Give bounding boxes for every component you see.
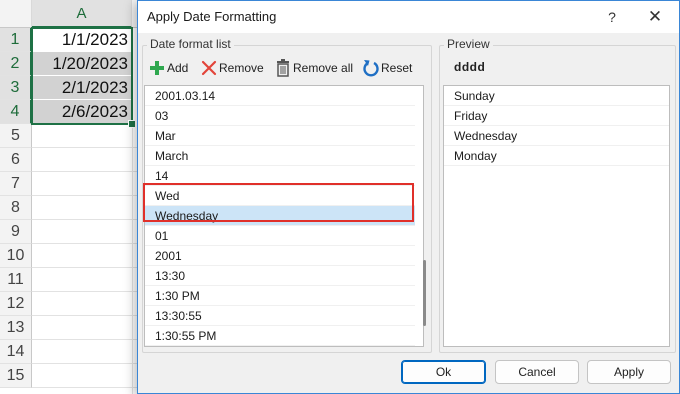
preview-item: Monday (444, 146, 669, 166)
row-header-5[interactable]: 5 (0, 124, 32, 148)
cell-a1[interactable]: 1/1/2023 (32, 28, 132, 52)
date-format-list-label: Date format list (147, 37, 234, 51)
plus-icon (148, 58, 166, 78)
format-item[interactable]: 2001 (145, 246, 415, 266)
remove-all-label: Remove all (293, 61, 354, 75)
select-all-corner[interactable] (0, 0, 32, 28)
format-item[interactable]: 1:30 PM (145, 286, 415, 306)
row-header-4[interactable]: 4 (0, 100, 32, 124)
format-item[interactable]: 01 (145, 226, 415, 246)
add-label: Add (167, 61, 189, 75)
format-item[interactable]: March (145, 146, 415, 166)
help-button[interactable]: ? (602, 5, 622, 29)
refresh-icon (362, 58, 380, 78)
preview-item: Friday (444, 106, 669, 126)
format-item[interactable]: 14 (145, 166, 415, 186)
preview-label: Preview (444, 37, 493, 51)
preview-listbox: Sunday Friday Wednesday Monday (443, 85, 670, 347)
format-item[interactable]: 13:30 (145, 266, 415, 286)
cancel-button[interactable]: Cancel (495, 360, 579, 384)
row-header-8[interactable]: 8 (0, 196, 32, 220)
format-item-selected[interactable]: Wednesday (145, 206, 415, 226)
cell-a3[interactable]: 2/1/2023 (32, 76, 132, 100)
row-header-13[interactable]: 13 (0, 316, 32, 340)
reset-button[interactable]: Reset (362, 58, 414, 78)
row-header-14[interactable]: 14 (0, 340, 32, 364)
row-header-7[interactable]: 7 (0, 172, 32, 196)
ok-button[interactable]: Ok (401, 360, 486, 384)
dialog-title: Apply Date Formatting (147, 9, 277, 24)
cell-a4[interactable]: 2/6/2023 (32, 100, 132, 124)
format-item[interactable]: 03 (145, 106, 415, 126)
apply-date-formatting-dialog: Apply Date Formatting ? ✕ Date format li… (137, 0, 680, 394)
remove-label: Remove (219, 61, 264, 75)
remove-button[interactable]: Remove (200, 58, 265, 78)
reset-label: Reset (381, 61, 413, 75)
close-button[interactable]: ✕ (644, 5, 666, 29)
row-header-9[interactable]: 9 (0, 220, 32, 244)
cell-a2[interactable]: 1/20/2023 (32, 52, 132, 76)
format-item[interactable]: 1:30:55 PM (145, 326, 415, 346)
date-format-listbox[interactable]: 2001.03.14 03 Mar March 14 Wed Wednesday… (144, 85, 424, 347)
x-icon (200, 58, 218, 78)
row-header-1[interactable]: 1 (0, 28, 32, 52)
format-item[interactable]: 2001.03.14 (145, 86, 415, 106)
row-header-2[interactable]: 2 (0, 52, 32, 76)
row-header-12[interactable]: 12 (0, 292, 32, 316)
fill-handle[interactable] (128, 120, 136, 128)
preview-item: Sunday (444, 86, 669, 106)
row-header-10[interactable]: 10 (0, 244, 32, 268)
trash-icon (274, 58, 292, 78)
row-header-15[interactable]: 15 (0, 364, 32, 388)
preview-format-code: dddd (454, 60, 486, 74)
preview-item: Wednesday (444, 126, 669, 146)
row-header-3[interactable]: 3 (0, 76, 32, 100)
dialog-titlebar[interactable]: Apply Date Formatting ? ✕ (138, 1, 679, 33)
listbox-scrollbar-thumb[interactable] (423, 260, 426, 326)
format-item[interactable]: Wed (145, 186, 415, 206)
row-header-11[interactable]: 11 (0, 268, 32, 292)
format-item[interactable]: 13:30:55 (145, 306, 415, 326)
format-item[interactable]: Mar (145, 126, 415, 146)
add-button[interactable]: Add (148, 58, 192, 78)
column-header-a[interactable]: A (32, 0, 132, 28)
row-header-6[interactable]: 6 (0, 148, 32, 172)
remove-all-button[interactable]: Remove all (274, 58, 354, 78)
apply-button[interactable]: Apply (587, 360, 671, 384)
